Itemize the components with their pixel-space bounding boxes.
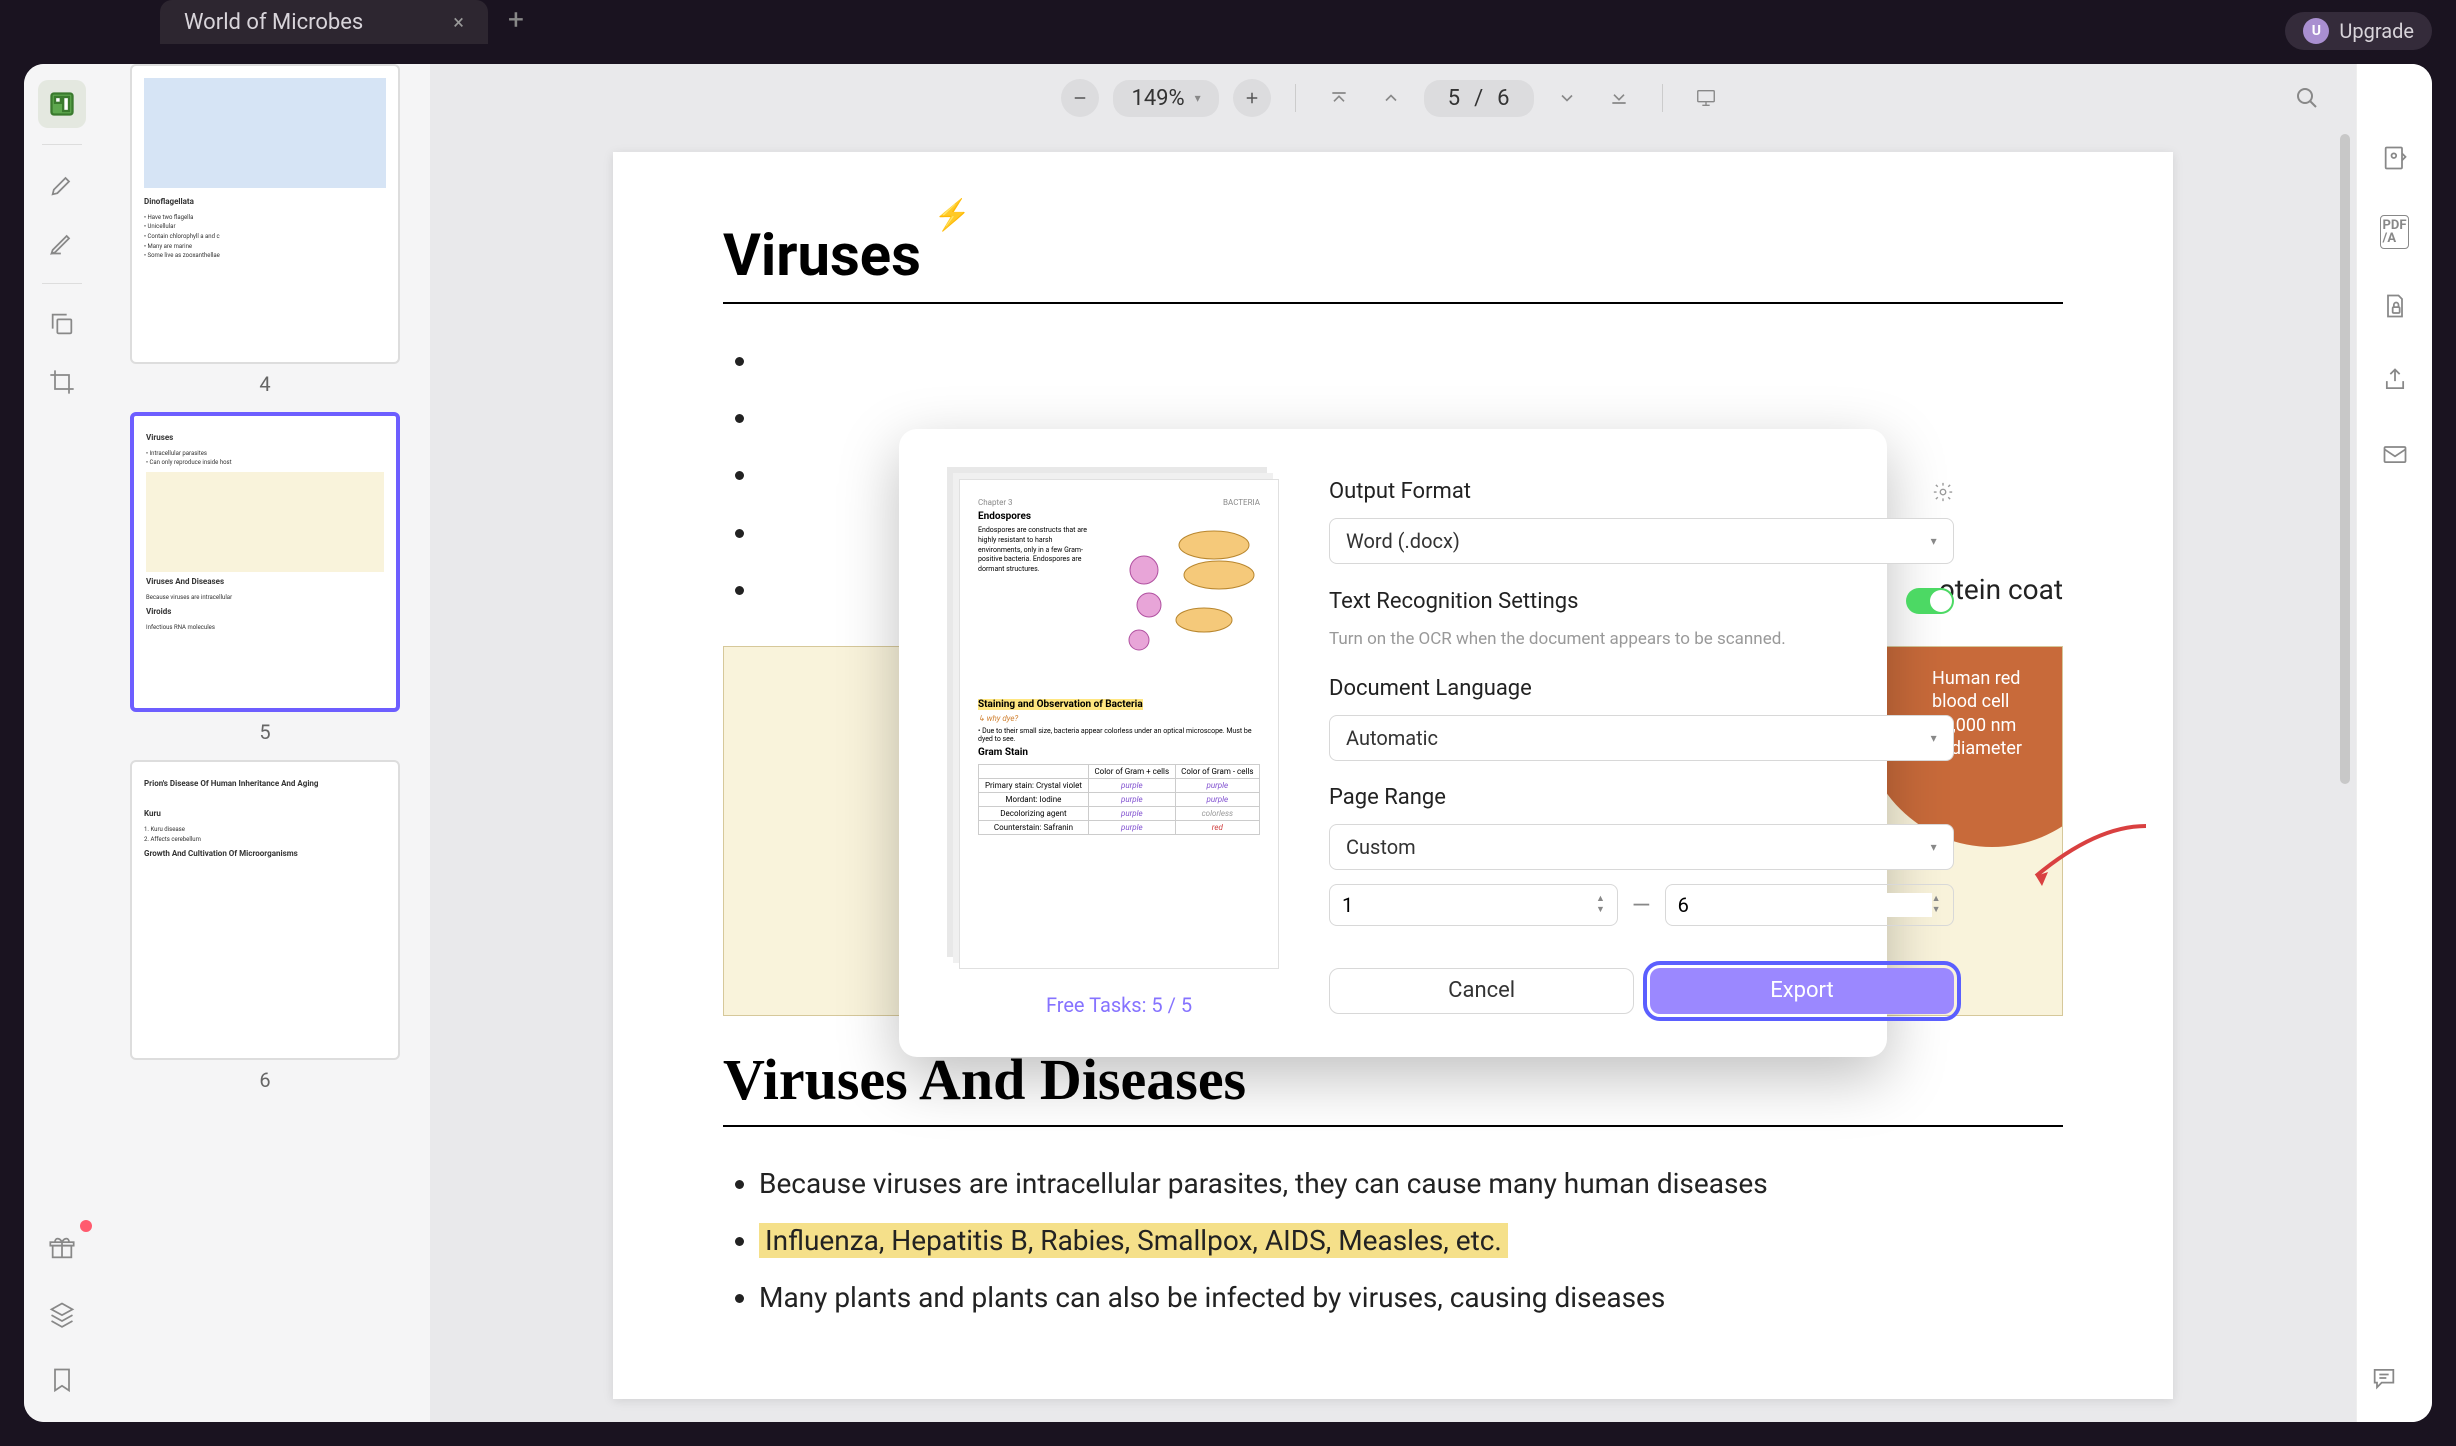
output-format-select[interactable]: Word (.docx) ▾	[1329, 518, 1954, 564]
select-value: Custom	[1346, 835, 1416, 859]
page-preview: Chapter 3BACTERIA Endospores Endospores …	[959, 479, 1279, 969]
language-label: Document Language	[1329, 676, 1954, 701]
thumbnail-page-4[interactable]: Dinoflagellata• Have two flagella• Unice…	[130, 64, 400, 396]
modal-form: Output Format Word (.docx) ▾ Text Recogn…	[1329, 479, 1954, 1017]
tab-title: World of Microbes	[184, 10, 363, 35]
tabbar: World of Microbes × +	[0, 0, 2456, 44]
modal-actions: Cancel Export	[1329, 968, 1954, 1014]
highlighter-button[interactable]	[38, 161, 86, 209]
close-icon[interactable]: ×	[453, 10, 464, 34]
bookmark-icon	[48, 1366, 76, 1394]
modal-preview-pane: Chapter 3BACTERIA Endospores Endospores …	[959, 479, 1279, 1017]
upgrade-label: Upgrade	[2339, 19, 2414, 43]
pdfa-button[interactable]: PDF/A	[2371, 208, 2419, 256]
upgrade-button[interactable]: U Upgrade	[2285, 12, 2432, 50]
app-window: Dinoflagellata• Have two flagella• Unice…	[24, 64, 2432, 1422]
cancel-button[interactable]: Cancel	[1329, 968, 1634, 1014]
export-button[interactable]: Export	[1650, 968, 1953, 1014]
ocr-label-row: Text Recognition Settings	[1329, 588, 1954, 614]
range-to-input[interactable]: ▲▼	[1665, 884, 1954, 926]
thumbnail-label: 4	[130, 372, 400, 396]
thumbnail-page-6[interactable]: Prion's Disease Of Human Inheritance And…	[130, 760, 400, 1092]
comments-button[interactable]	[2360, 1354, 2408, 1402]
avatar: U	[2303, 18, 2329, 44]
select-value: Automatic	[1346, 726, 1438, 750]
highlighter-icon	[48, 171, 76, 199]
lock-file-button[interactable]	[2371, 282, 2419, 330]
chevron-down-icon: ▾	[1931, 840, 1937, 854]
layers-icon	[48, 1300, 76, 1328]
gift-icon	[48, 1234, 76, 1262]
spinner-arrows[interactable]: ▲▼	[1596, 895, 1605, 915]
add-tab-button[interactable]: +	[508, 3, 524, 36]
share-button[interactable]	[2371, 356, 2419, 404]
spinner-arrows[interactable]: ▲▼	[1932, 895, 1941, 915]
tab-document[interactable]: World of Microbes ×	[160, 0, 488, 44]
page-range-label: Page Range	[1329, 785, 1954, 810]
divider	[42, 283, 82, 284]
copy-icon	[48, 310, 76, 338]
sign-button[interactable]	[38, 219, 86, 267]
ocr-toggle[interactable]	[1906, 588, 1954, 614]
right-rail: PDF/A	[2356, 64, 2432, 1422]
thumbnails-icon	[48, 90, 76, 118]
gift-button[interactable]	[38, 1224, 86, 1272]
output-format-label: Output Format	[1329, 479, 1954, 504]
range-from-input[interactable]: ▲▼	[1329, 884, 1618, 926]
share-icon	[2381, 366, 2409, 394]
mail-icon	[2381, 440, 2409, 468]
thumbnail-page-5[interactable]: Viruses• Intracellular parasites• Can on…	[130, 412, 400, 744]
comment-icon	[2370, 1364, 2398, 1392]
left-rail	[24, 64, 100, 1422]
thumbnail-label: 6	[130, 1068, 400, 1092]
export-image-button[interactable]	[2371, 134, 2419, 182]
main-area: 149%▾ 5/6 Viruses⚡ otein coat	[430, 64, 2356, 1422]
file-lock-icon	[2381, 292, 2409, 320]
thumbnail-label: 5	[130, 720, 400, 744]
chevron-down-icon: ▾	[1931, 534, 1937, 548]
crop-button[interactable]	[38, 358, 86, 406]
range-to-field[interactable]	[1678, 893, 1932, 917]
image-export-icon	[2381, 144, 2409, 172]
mail-button[interactable]	[2371, 430, 2419, 478]
divider	[42, 144, 82, 145]
pen-icon	[48, 229, 76, 257]
export-modal: Chapter 3BACTERIA Endospores Endospores …	[899, 429, 1887, 1057]
language-select[interactable]: Automatic ▾	[1329, 715, 1954, 761]
range-dash: —	[1632, 891, 1651, 919]
copy-button[interactable]	[38, 300, 86, 348]
ocr-label: Text Recognition Settings	[1329, 589, 1578, 614]
bookmark-button[interactable]	[38, 1356, 86, 1404]
preview-diagram	[1094, 520, 1264, 670]
preview-heading: Staining and Observation of Bacteria	[978, 699, 1260, 710]
notification-dot	[80, 1220, 92, 1232]
chevron-down-icon: ▾	[1931, 731, 1937, 745]
thumbnails-panel-button[interactable]	[38, 80, 86, 128]
page-range-select[interactable]: Custom ▾	[1329, 824, 1954, 870]
crop-icon	[48, 368, 76, 396]
preview-table: Color of Gram + cellsColor of Gram - cel…	[978, 764, 1260, 835]
export-modal-overlay: Chapter 3BACTERIA Endospores Endospores …	[430, 64, 2356, 1422]
page-range-inputs: ▲▼ — ▲▼	[1329, 884, 1954, 926]
range-from-field[interactable]	[1342, 893, 1596, 917]
select-value: Word (.docx)	[1346, 529, 1460, 553]
preview-heading: Gram Stain	[978, 747, 1260, 758]
pdfa-icon: PDF/A	[2380, 215, 2410, 249]
thumbnail-panel[interactable]: Dinoflagellata• Have two flagella• Unice…	[100, 64, 430, 1422]
layers-button[interactable]	[38, 1290, 86, 1338]
ocr-hint: Turn on the OCR when the document appear…	[1329, 628, 1954, 652]
gear-icon[interactable]	[1932, 481, 1954, 503]
free-tasks-label: Free Tasks: 5 / 5	[1046, 993, 1192, 1017]
